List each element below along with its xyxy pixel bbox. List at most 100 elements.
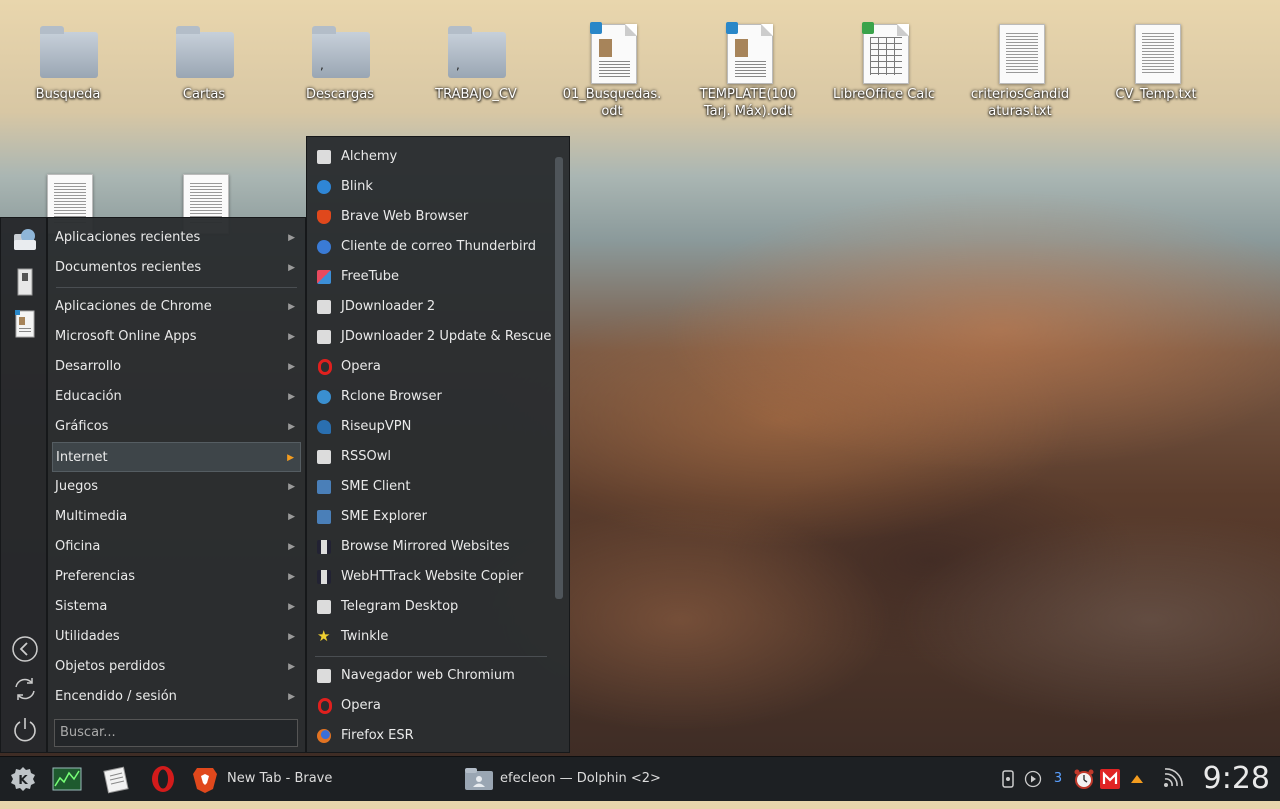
- app-item-rssowl[interactable]: RSSOwl: [313, 442, 547, 472]
- rclone-icon: [317, 390, 331, 404]
- app-item-chromium[interactable]: Navegador web Chromium: [313, 661, 547, 691]
- desktop-icon-criterios-txt[interactable]: criteriosCandid aturas.txt: [965, 22, 1075, 120]
- menu-item-system[interactable]: Sistema ▶: [52, 592, 301, 622]
- media-player-icon[interactable]: [1024, 770, 1042, 788]
- app-item-opera[interactable]: Opera: [313, 352, 547, 382]
- task-label: efecleon — Dolphin <2>: [500, 771, 661, 786]
- chevron-right-icon: ▶: [288, 392, 295, 402]
- app-item-blink[interactable]: Blink: [313, 172, 547, 202]
- menu-item-label: Educación: [55, 389, 122, 404]
- menu-item-label: Multimedia: [55, 509, 128, 524]
- menu-item-label: Aplicaciones recientes: [55, 230, 201, 245]
- menu-item-chrome-apps[interactable]: Aplicaciones de Chrome ▶: [52, 292, 301, 322]
- kdeconnect-icon[interactable]: [999, 770, 1017, 788]
- opera-icon[interactable]: [148, 764, 178, 794]
- back-icon[interactable]: [11, 635, 39, 663]
- app-item-label: Opera: [341, 698, 381, 713]
- app-item-label: FreeTube: [341, 269, 400, 284]
- favorite-document-icon[interactable]: [11, 310, 39, 338]
- app-item-webhttrack[interactable]: WebHTTrack Website Copier: [313, 562, 547, 592]
- system-monitor-icon[interactable]: [52, 764, 82, 794]
- riseup-icon: [317, 420, 331, 434]
- kde-menu-icon[interactable]: K: [8, 764, 38, 794]
- folder-link-icon: ,: [446, 22, 506, 82]
- desktop-icon-label: TRABAJO_CV: [435, 87, 517, 102]
- app-item-opera-2[interactable]: Opera: [313, 691, 547, 721]
- menu-item-development[interactable]: Desarrollo ▶: [52, 352, 301, 382]
- alarm-clock-icon[interactable]: [1073, 768, 1095, 790]
- generic-app-icon: [317, 150, 331, 164]
- app-item-browse-mirrored-websites[interactable]: Browse Mirrored Websites: [313, 532, 547, 562]
- app-item-thunderbird[interactable]: Cliente de correo Thunderbird: [313, 232, 547, 262]
- generic-app-icon: [317, 300, 331, 314]
- menu-item-utilities[interactable]: Utilidades ▶: [52, 622, 301, 652]
- app-item-label: Navegador web Chromium: [341, 668, 515, 683]
- app-item-alchemy[interactable]: Alchemy: [313, 142, 547, 172]
- menu-item-preferences[interactable]: Preferencias ▶: [52, 562, 301, 592]
- menu-item-lost-and-found[interactable]: Objetos perdidos ▶: [52, 652, 301, 682]
- desktop-icon-cv-temp-txt[interactable]: CV_Temp.txt: [1101, 22, 1211, 103]
- menu-item-internet[interactable]: Internet ▶: [52, 442, 301, 472]
- submenu-scrollbar[interactable]: [555, 157, 563, 599]
- chevron-right-icon: ▶: [288, 602, 295, 612]
- power-icon[interactable]: [11, 715, 39, 743]
- folder-icon: [174, 22, 234, 82]
- desktop-icon-busqueda[interactable]: Busqueda: [13, 22, 123, 103]
- chevron-right-icon: ▶: [288, 233, 295, 243]
- writer-document-icon: [582, 22, 642, 84]
- app-item-brave[interactable]: Brave Web Browser: [313, 202, 547, 232]
- desktop-icon-busquedas-odt[interactable]: 01_Busquedas. odt: [557, 22, 667, 120]
- app-item-label: Browse Mirrored Websites: [341, 539, 510, 554]
- menu-item-label: Sistema: [55, 599, 108, 614]
- desktop-icon-trabajo-cv[interactable]: , TRABAJO_CV: [421, 22, 531, 103]
- text-editor-icon[interactable]: [102, 764, 132, 794]
- mail-notifier-icon[interactable]: [1100, 769, 1120, 789]
- network-wireless-icon[interactable]: [1161, 768, 1183, 790]
- menu-item-games[interactable]: Juegos ▶: [52, 472, 301, 502]
- firefox-icon: [317, 729, 331, 743]
- app-item-firefox-esr[interactable]: Firefox ESR: [313, 721, 547, 751]
- switch-user-icon[interactable]: [11, 675, 39, 703]
- task-dolphin[interactable]: efecleon — Dolphin <2>: [460, 761, 730, 797]
- menu-item-office[interactable]: Oficina ▶: [52, 532, 301, 562]
- desktop-icon-template-odt[interactable]: TEMPLATE(100 Tarj. Máx).odt: [693, 22, 803, 120]
- search-input[interactable]: Buscar...: [54, 719, 298, 747]
- desktop-icon-label: Descargas: [305, 87, 374, 102]
- app-item-telegram-desktop[interactable]: Telegram Desktop: [313, 592, 547, 622]
- app-item-label: Blink: [341, 179, 373, 194]
- app-item-label: WebHTTrack Website Copier: [341, 569, 524, 584]
- app-item-jdownloader-rescue[interactable]: JDownloader 2 Update & Rescue: [313, 322, 551, 352]
- app-item-label: JDownloader 2 Update & Rescue: [341, 329, 552, 344]
- app-item-label: Twinkle: [341, 629, 389, 644]
- generic-app-icon: [317, 669, 331, 683]
- menu-item-multimedia[interactable]: Multimedia ▶: [52, 502, 301, 532]
- app-item-riseupvpn[interactable]: RiseupVPN: [313, 412, 547, 442]
- app-item-rclone-browser[interactable]: Rclone Browser: [313, 382, 547, 412]
- desktop-icon-descargas[interactable]: , Descargas: [285, 22, 395, 103]
- notification-count-badge[interactable]: 3: [1049, 770, 1067, 788]
- menu-item-recent-applications[interactable]: Aplicaciones recientes ▶: [52, 223, 301, 253]
- expand-tray-arrow-icon[interactable]: [1128, 770, 1146, 788]
- folder-user-icon: [464, 767, 494, 791]
- desktop-icon-label: LibreOffice Calc: [832, 87, 936, 102]
- menu-item-graphics[interactable]: Gráficos ▶: [52, 412, 301, 442]
- menu-item-power-session[interactable]: Encendido / sesión ▶: [52, 682, 301, 712]
- menu-item-recent-documents[interactable]: Documentos recientes ▶: [52, 253, 301, 283]
- menu-item-education[interactable]: Educación ▶: [52, 382, 301, 412]
- app-item-twinkle[interactable]: ★ Twinkle: [313, 622, 547, 652]
- app-item-sme-explorer[interactable]: SME Explorer: [313, 502, 547, 532]
- desktop-icon-libreoffice-calc[interactable]: LibreOffice Calc: [829, 22, 939, 103]
- menu-item-microsoft-online-apps[interactable]: Microsoft Online Apps ▶: [52, 322, 301, 352]
- app-item-jdownloader[interactable]: JDownloader 2: [313, 292, 547, 322]
- clock[interactable]: 9:28: [1203, 759, 1270, 799]
- app-item-freetube[interactable]: FreeTube: [313, 262, 547, 292]
- favorite-terminal-icon[interactable]: [11, 268, 39, 296]
- desktop-icon-cartas[interactable]: Cartas: [149, 22, 259, 103]
- opera-icon: [318, 698, 332, 714]
- favorite-file-manager-icon[interactable]: [11, 226, 39, 254]
- scrollbar-thumb[interactable]: [555, 157, 563, 599]
- task-brave[interactable]: New Tab - Brave: [186, 761, 446, 797]
- text-document-icon: [1126, 22, 1186, 84]
- app-item-sme-client[interactable]: SME Client: [313, 472, 547, 502]
- desktop-icon-label: TEMPLATE(100 Tarj. Máx).odt: [699, 87, 797, 119]
